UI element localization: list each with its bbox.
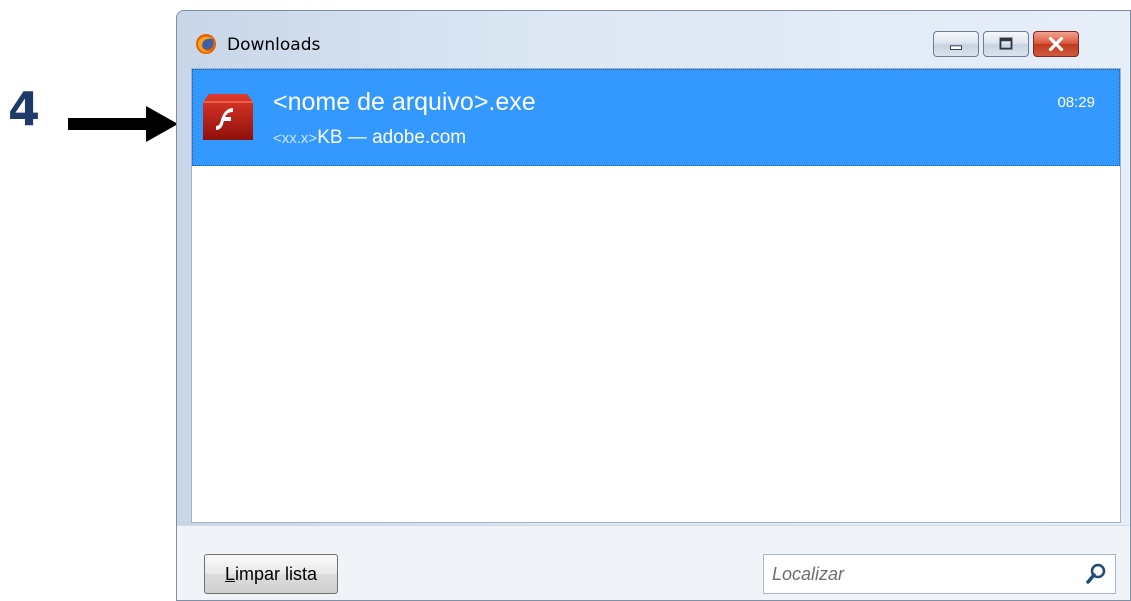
close-button[interactable] [1033,31,1079,57]
download-item[interactable]: <nome de arquivo>.exe <xx.x>KB — adobe.c… [192,69,1120,166]
step-number-annotation: 4 [8,82,41,136]
clear-list-accesskey: L [224,563,235,584]
firefox-icon [196,34,216,54]
minimize-button[interactable] [933,31,979,57]
minimize-icon [950,45,962,50]
title-bar[interactable]: Downloads [177,11,1130,66]
download-time: 08:29 [1057,94,1095,111]
search-box[interactable] [763,554,1116,594]
clear-list-label: impar lista [234,563,318,584]
close-icon [1048,36,1064,52]
search-icon[interactable] [1085,563,1107,585]
search-input[interactable] [772,555,1072,593]
maximize-icon [999,37,1013,50]
downloads-window: Downloads <nome de arquivo>.exe <xx.x>KB… [176,10,1131,601]
flash-icon [203,94,253,140]
file-size-unit-and-source: KB — adobe.com [317,127,467,148]
footer-bar: Limpar lista [177,525,1130,600]
file-name: <nome de arquivo>.exe [273,88,536,116]
window-title: Downloads [227,35,321,55]
clear-list-button[interactable]: Limpar lista [204,554,338,594]
file-size: <xx.x> [273,130,318,147]
maximize-button[interactable] [983,31,1029,57]
arrow-right-icon [68,106,178,142]
downloads-list: <nome de arquivo>.exe <xx.x>KB — adobe.c… [191,68,1121,523]
file-details: <xx.x>KB — adobe.com [273,127,466,149]
